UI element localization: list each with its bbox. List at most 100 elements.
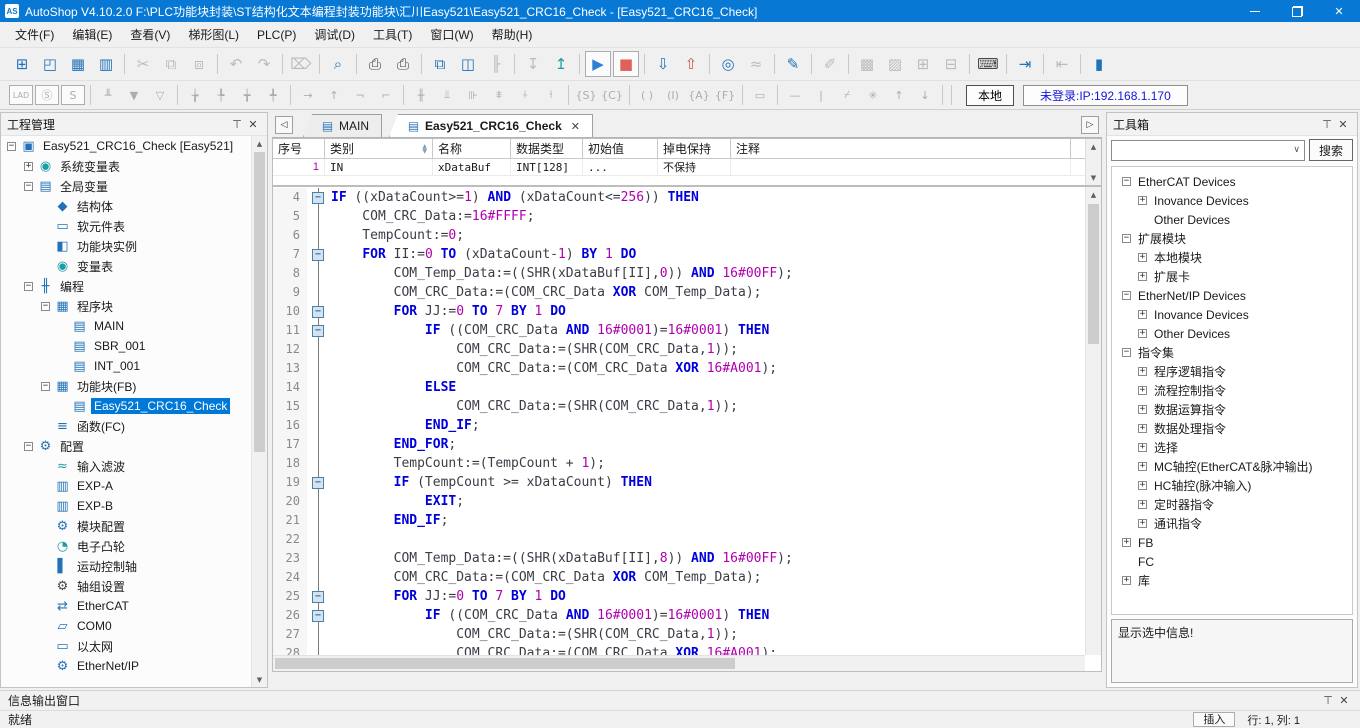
- upload-button[interactable]: ⇧: [678, 51, 704, 77]
- monitor-button[interactable]: ◎: [715, 51, 741, 77]
- tree-item-1[interactable]: +◉系统变量表: [1, 156, 267, 176]
- tree-item-2[interactable]: −▤全局变量: [1, 176, 267, 196]
- scroll-up-icon[interactable]: ▲: [1086, 139, 1101, 154]
- tree-item-16[interactable]: +HC轴控(脉冲输入): [1112, 476, 1352, 495]
- grid-convert-button[interactable]: ▩: [854, 51, 880, 77]
- sync-window-button[interactable]: ╟: [483, 51, 509, 77]
- run-button[interactable]: ▶: [585, 51, 611, 77]
- collapse-icon[interactable]: −: [1122, 291, 1131, 300]
- tree-item-17[interactable]: +定时器指令: [1112, 495, 1352, 514]
- tree-item-6[interactable]: −EtherNet/IP Devices: [1112, 286, 1352, 305]
- fold-collapse-icon[interactable]: −: [312, 610, 324, 622]
- branch-down-button[interactable]: ╇: [261, 85, 285, 105]
- expand-icon[interactable]: +: [1138, 500, 1147, 509]
- tree-item-18[interactable]: +通讯指令: [1112, 514, 1352, 533]
- undo-button[interactable]: ↶: [223, 51, 249, 77]
- comment-box-button[interactable]: ▭: [748, 85, 772, 105]
- st-code-editor[interactable]: 4−IF ((xDataCount>=1) AND (xDataCount<=2…: [272, 186, 1102, 672]
- code-line-8[interactable]: 8 COM_Temp_Data:=((SHR(xDataBuf[II],0)) …: [273, 264, 1085, 283]
- tab-main[interactable]: ▤ MAIN: [303, 114, 382, 137]
- h-line-button[interactable]: —: [783, 85, 807, 105]
- delete-button[interactable]: ⌦: [288, 51, 314, 77]
- minimize-button[interactable]: [1234, 0, 1276, 22]
- tree-item-22[interactable]: ⚙轴组设置: [1, 576, 267, 596]
- stop-button[interactable]: ■: [613, 51, 639, 77]
- table-row-0[interactable]: 1INxDataBufINT[128]...不保持: [273, 159, 1101, 176]
- collapse-icon[interactable]: −: [24, 442, 33, 451]
- code-line-21[interactable]: 21 END_IF;: [273, 511, 1085, 530]
- code-line-19[interactable]: 19− IF (TempCount >= xDataCount) THEN: [273, 473, 1085, 492]
- expand-icon[interactable]: +: [1138, 443, 1147, 452]
- tree-item-15[interactable]: +MC轴控(EtherCAT&脉冲输出): [1112, 457, 1352, 476]
- tree-item-5[interactable]: +扩展卡: [1112, 267, 1352, 286]
- menu-item-4[interactable]: PLC(P): [248, 24, 305, 46]
- login-status-button[interactable]: 未登录:IP:192.168.1.170: [1023, 85, 1188, 106]
- tree-item-5[interactable]: ◧功能块实例: [1, 236, 267, 256]
- search-button[interactable]: 搜索: [1309, 139, 1353, 161]
- code-line-20[interactable]: 20 EXIT;: [273, 492, 1085, 511]
- pin-icon[interactable]: ⊤: [1319, 118, 1335, 131]
- expand-icon[interactable]: +: [1138, 519, 1147, 528]
- project-tree-scrollbar[interactable]: ▲ ▼: [251, 136, 267, 687]
- code-line-15[interactable]: 15 COM_CRC_Data:=(SHR(COM_CRC_Data,1));: [273, 397, 1085, 416]
- export-table-button[interactable]: ↥: [548, 51, 574, 77]
- code-line-4[interactable]: 4−IF ((xDataCount>=1) AND (xDataCount<=2…: [273, 188, 1085, 207]
- coil-set-button[interactable]: {S}: [574, 85, 598, 105]
- copy-button[interactable]: ⧉: [158, 51, 184, 77]
- expand-icon[interactable]: +: [1138, 481, 1147, 490]
- line-corner-up-button[interactable]: ⌐: [374, 85, 398, 105]
- expand-icon[interactable]: +: [24, 162, 33, 171]
- close-panel-icon[interactable]: ✕: [1335, 118, 1351, 131]
- collapse-icon[interactable]: −: [24, 282, 33, 291]
- pin-icon[interactable]: ⊤: [229, 118, 245, 131]
- scroll-down-icon[interactable]: ▼: [252, 672, 267, 687]
- collapse-icon[interactable]: −: [1122, 234, 1131, 243]
- tree-item-8[interactable]: −▦程序块: [1, 296, 267, 316]
- code-line-14[interactable]: 14 ELSE: [273, 378, 1085, 397]
- tab-close-icon[interactable]: ✕: [571, 120, 580, 133]
- expand-icon[interactable]: +: [1138, 462, 1147, 471]
- fold-collapse-icon[interactable]: −: [312, 192, 324, 204]
- code-line-22[interactable]: 22: [273, 530, 1085, 549]
- code-line-24[interactable]: 24 COM_CRC_Data:=(COM_CRC_Data XOR COM_T…: [273, 568, 1085, 587]
- menu-item-7[interactable]: 窗口(W): [421, 22, 482, 47]
- local-mode-button[interactable]: 本地: [966, 85, 1014, 106]
- code-line-27[interactable]: 27 COM_CRC_Data:=(SHR(COM_CRC_Data,1));: [273, 625, 1085, 644]
- pin-icon[interactable]: ⊤: [1320, 694, 1336, 707]
- contact-falling-button[interactable]: ⍿: [539, 85, 563, 105]
- branch-up-button[interactable]: ╈: [235, 85, 259, 105]
- delete-line-button[interactable]: ⌿: [835, 85, 859, 105]
- v-line-button[interactable]: |: [809, 85, 833, 105]
- toolbox-search-input[interactable]: ∨: [1111, 140, 1305, 161]
- function-instr-button[interactable]: {F}: [713, 85, 737, 105]
- scroll-thumb[interactable]: [254, 152, 265, 452]
- expand-icon[interactable]: +: [1138, 310, 1147, 319]
- cascade-windows-button[interactable]: ⧉: [427, 51, 453, 77]
- offline-edit-button[interactable]: ✐: [817, 51, 843, 77]
- tree-item-16[interactable]: ≈输入滤波: [1, 456, 267, 476]
- find-button[interactable]: ⌕: [325, 51, 351, 77]
- insert-network-button[interactable]: ╨: [96, 85, 120, 105]
- fold-collapse-icon[interactable]: −: [312, 477, 324, 489]
- expand-icon[interactable]: +: [1122, 538, 1131, 547]
- tree-item-21[interactable]: ▌运动控制轴: [1, 556, 267, 576]
- tree-item-3[interactable]: ◆结构体: [1, 196, 267, 216]
- expand-icon[interactable]: +: [1138, 367, 1147, 376]
- fold-collapse-icon[interactable]: −: [312, 325, 324, 337]
- code-line-10[interactable]: 10− FOR JJ:=0 TO 7 BY 1 DO: [273, 302, 1085, 321]
- fold-collapse-icon[interactable]: −: [312, 249, 324, 261]
- tree-item-12[interactable]: +数据运算指令: [1112, 400, 1352, 419]
- column-header-1[interactable]: 类别▲▼: [325, 139, 433, 158]
- contact-parallel-nc-button[interactable]: ⩨: [487, 85, 511, 105]
- expand-icon[interactable]: +: [1122, 576, 1131, 585]
- redo-button[interactable]: ↷: [251, 51, 277, 77]
- open-project-button[interactable]: ◰: [37, 51, 63, 77]
- editor-vertical-scrollbar[interactable]: ▲: [1085, 187, 1101, 655]
- import-table-button[interactable]: ↧: [520, 51, 546, 77]
- tree-item-8[interactable]: +Other Devices: [1112, 324, 1352, 343]
- collapse-icon[interactable]: −: [24, 182, 33, 191]
- code-line-9[interactable]: 9 COM_CRC_Data:=(COM_CRC_Data XOR COM_Te…: [273, 283, 1085, 302]
- sort-icon[interactable]: ▲▼: [422, 144, 427, 154]
- fold-collapse-icon[interactable]: −: [312, 591, 324, 603]
- insert-row-button[interactable]: ⊞: [910, 51, 936, 77]
